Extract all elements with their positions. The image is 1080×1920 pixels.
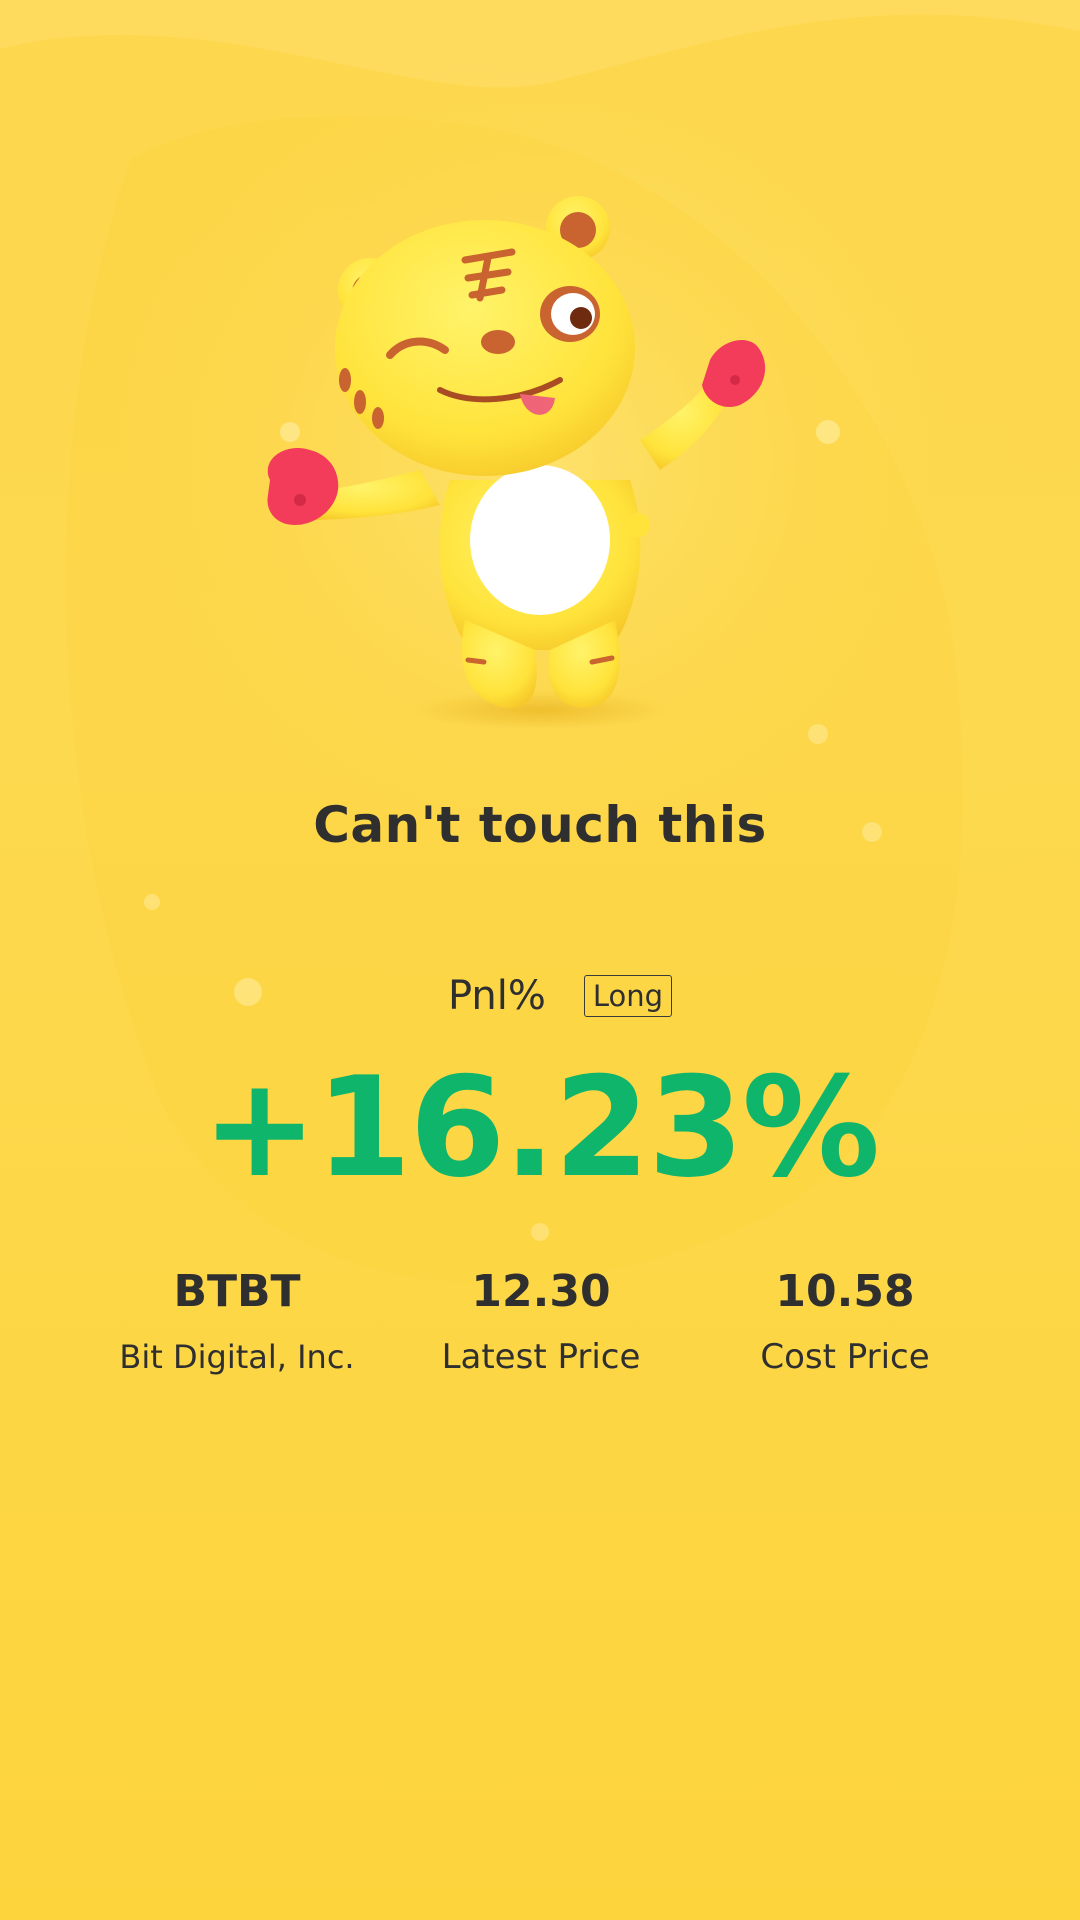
stock-info: BTBT Bit Digital, Inc. [87,1262,387,1382]
latest-price-value: 12.30 [471,1266,611,1317]
stock-ticker: BTBT [173,1266,301,1317]
tiger-mascot-icon [267,196,766,730]
pnl-label: Pnl% [447,973,546,1019]
cost-price-label: Cost Price [760,1337,930,1377]
latest-price-label: Latest Price [441,1337,641,1377]
cost-price: 10.58 Cost Price [695,1262,995,1382]
pnl-header: Pnl% Long [0,970,1080,1022]
position-stats: BTBT Bit Digital, Inc. 12.30 Latest Pric… [0,1262,1080,1392]
pnl-percent-value: +16.23% [201,1047,880,1208]
pnl-share-card: Can't touch this Pnl% Long +16.23% BTBT … [0,0,1080,1920]
stock-name: Bit Digital, Inc. [119,1338,355,1376]
share-headline: Can't touch this [313,796,767,854]
position-side-badge: Long [583,975,673,1017]
latest-price: 12.30 Latest Price [391,1262,691,1382]
cost-price-value: 10.58 [775,1266,915,1317]
